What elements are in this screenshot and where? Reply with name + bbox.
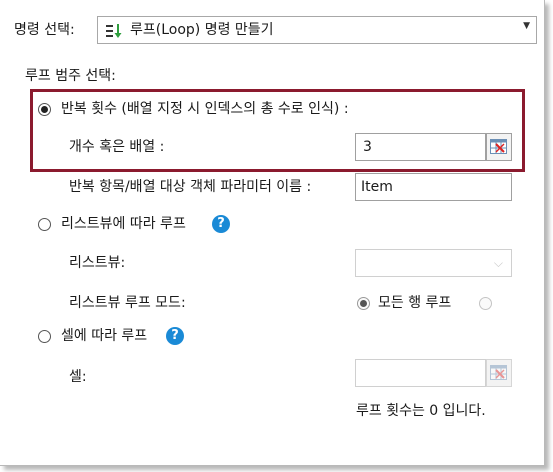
all-rows-loop-radio[interactable]	[357, 297, 370, 310]
item-param-input[interactable]: Item	[355, 173, 512, 201]
chevron-down-icon: ▼	[523, 21, 530, 31]
listview-loop-option-label: 리스트뷰에 따라 루프	[61, 216, 186, 232]
cell-picker-button[interactable]	[486, 359, 512, 387]
cell-label: 셀:	[69, 369, 87, 385]
table-picker-icon	[490, 365, 507, 380]
item-param-value: Item	[361, 179, 393, 195]
cell-loop-option-label: 셀에 따라 루프	[61, 328, 148, 344]
command-select-dropdown[interactable]: 루프(Loop) 명령 만들기 ▼	[97, 16, 537, 44]
command-select-value: 루프(Loop) 명령 만들기	[130, 22, 274, 38]
repeat-count-option-label: 반복 횟수 (배열 지정 시 인덱스의 총 수로 인식) :	[61, 101, 349, 117]
listview-label: 리스트뷰:	[69, 255, 126, 271]
loop-category-label: 루프 범주 선택:	[25, 68, 116, 84]
item-param-label: 반복 항목/배열 대상 객체 파라미터 이름 :	[69, 179, 312, 195]
loop-count-status: 루프 횟수는 0 입니다.	[356, 403, 486, 419]
listview-loop-radio[interactable]	[38, 218, 51, 231]
listview-mode-label: 리스트뷰 루프 모드:	[69, 295, 186, 311]
variable-picker-button[interactable]	[486, 133, 512, 161]
repeat-count-radio[interactable]	[38, 103, 51, 116]
table-picker-icon	[490, 139, 507, 154]
count-or-array-input[interactable]: 3	[355, 133, 486, 161]
listview-select[interactable]: ⌵	[355, 249, 512, 277]
count-or-array-label: 개수 혹은 배열 :	[69, 139, 165, 155]
loop-list-icon	[106, 24, 122, 38]
cell-input[interactable]	[355, 359, 486, 387]
all-rows-loop-label: 모든 행 루프	[378, 295, 452, 311]
command-select-label: 명령 선택:	[14, 22, 75, 38]
chevron-down-icon: ⌵	[493, 256, 503, 270]
listview-mode-radio-2[interactable]	[479, 297, 492, 310]
count-or-array-value: 3	[363, 139, 372, 155]
help-icon[interactable]: ?	[166, 327, 184, 345]
help-icon[interactable]: ?	[212, 215, 230, 233]
cell-loop-radio[interactable]	[38, 330, 51, 343]
